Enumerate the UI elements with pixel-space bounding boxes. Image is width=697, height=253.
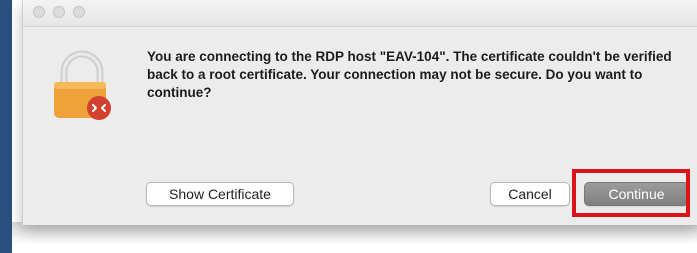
close-window-button[interactable] [33, 6, 45, 18]
continue-highlight-box [572, 169, 690, 217]
minimize-window-button[interactable] [53, 6, 65, 18]
title-bar [23, 0, 697, 27]
cancel-button[interactable]: Cancel [490, 182, 570, 206]
lock-icon [54, 50, 111, 120]
background-window-edge [0, 0, 12, 253]
show-certificate-button[interactable]: Show Certificate [146, 182, 294, 206]
window-shadow [12, 222, 697, 253]
zoom-window-button[interactable] [73, 6, 85, 18]
dialog-message: You are connecting to the RDP host "EAV-… [147, 49, 672, 100]
